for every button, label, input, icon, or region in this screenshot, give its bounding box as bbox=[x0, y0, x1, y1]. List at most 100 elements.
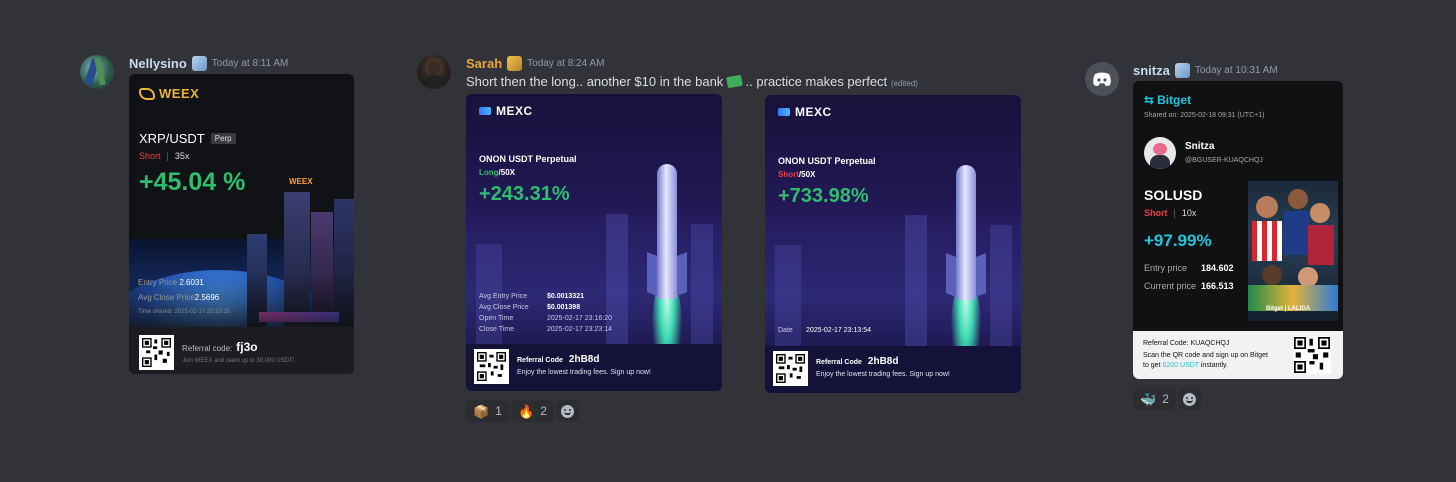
rocket-body bbox=[956, 165, 976, 300]
entry-row: Entry price 184.602 bbox=[1144, 263, 1234, 273]
discord-logo-icon bbox=[1093, 72, 1111, 86]
rocket-fin-right bbox=[976, 253, 986, 297]
date-row: Date 2025-02-17 23:13:54 bbox=[778, 327, 871, 334]
package-badge-icon[interactable] bbox=[507, 56, 523, 71]
direction: Short bbox=[778, 170, 799, 179]
entry-value: 2.6031 bbox=[179, 278, 204, 287]
pnl: +243.31% bbox=[479, 183, 570, 205]
referral-footer: Referral Code 2hB8d Enjoy the lowest tra… bbox=[466, 344, 722, 391]
direction: Short bbox=[139, 151, 161, 161]
snowflake-badge-icon[interactable] bbox=[191, 56, 207, 71]
qr-code bbox=[773, 351, 808, 386]
mexc-brand: MEXC bbox=[496, 104, 533, 118]
direction: Long bbox=[479, 168, 499, 177]
contract-title: ONON USDT Perpetual bbox=[479, 154, 577, 164]
leverage: 10x bbox=[1181, 208, 1197, 218]
message-text-part1: Short then the long.. another $10 in the… bbox=[466, 74, 724, 89]
entry-row: Entry Price 2.6031 bbox=[138, 278, 204, 287]
referral-label: Referral code: bbox=[182, 344, 233, 353]
mexc-logo-icon bbox=[479, 107, 491, 115]
referral-footer: Referral Code 2hB8d Enjoy the lowest tra… bbox=[765, 346, 1021, 393]
timestamp[interactable]: Today at 8:24 AM bbox=[527, 58, 604, 69]
partner-label: Bitget | LALIGA bbox=[1266, 306, 1311, 312]
message-header: Sarah Today at 8:24 AM bbox=[466, 56, 604, 71]
username[interactable]: Sarah bbox=[466, 56, 502, 71]
weex-sign: WEEX bbox=[289, 177, 313, 186]
mexc-logo-icon bbox=[778, 108, 790, 116]
avatar-snitza[interactable] bbox=[1085, 62, 1119, 96]
qr-pattern bbox=[776, 354, 805, 383]
building-2 bbox=[691, 224, 713, 354]
username[interactable]: Nellysino bbox=[129, 56, 187, 71]
mexc-logo: MEXC bbox=[778, 105, 832, 119]
direction: Short bbox=[1144, 208, 1168, 218]
pair: XRP/USDT bbox=[139, 131, 205, 146]
reaction-count: 1 bbox=[495, 404, 502, 418]
current-label: Current price bbox=[1144, 281, 1197, 291]
rocket-fin-right bbox=[677, 252, 687, 296]
mexc-brand: MEXC bbox=[795, 105, 832, 119]
rocket-fin-left bbox=[946, 253, 956, 297]
contract-title: ONON USDT Perpetual bbox=[778, 156, 876, 166]
entry-label: Entry Price bbox=[138, 278, 178, 287]
referral-row: Referral Code 2hB8d bbox=[517, 354, 599, 365]
direction-row: Short | 10x bbox=[1144, 208, 1196, 218]
username[interactable]: snitza bbox=[1133, 63, 1170, 78]
time-shared: Time shared: 2025-02-17 22:10:35 bbox=[138, 309, 231, 315]
scan-text-2: to get 6200 USDT instantly. bbox=[1143, 362, 1228, 369]
leverage: /50X bbox=[498, 168, 516, 177]
referral-code: Referral Code: KUAQCHQJ bbox=[1143, 340, 1230, 347]
mexc-share-card-short[interactable]: MEXC ONON USDT Perpetual Short/50X +733.… bbox=[765, 95, 1021, 393]
claim-text: Join WEEX and claim up to 30,000 USDT! bbox=[182, 358, 295, 364]
leverage: 35x bbox=[174, 151, 190, 161]
stat-value: 2025-02-17 23:16:20 bbox=[547, 315, 612, 322]
scan-text-1: Scan the QR code and sign up on Bitget bbox=[1143, 352, 1268, 359]
qr-pattern bbox=[142, 338, 171, 367]
bitget-share-card[interactable]: ⇆ Bitget Shared on: 2025-02-18 09:31 (UT… bbox=[1133, 81, 1343, 379]
stat-value: $0.0013321 bbox=[547, 293, 584, 300]
rocket-fin-left bbox=[647, 252, 657, 296]
pair-row: XRP/USDT Perp bbox=[139, 131, 236, 146]
direction-row: Long/50X bbox=[479, 168, 515, 177]
shared-on: Shared on: 2025-02-18 09:31 (UTC+1) bbox=[1144, 112, 1265, 119]
qr-code bbox=[1293, 336, 1331, 374]
rocket-body bbox=[657, 164, 677, 299]
whale-emoji: 🐳 bbox=[1140, 391, 1157, 407]
add-reaction-button[interactable] bbox=[556, 400, 579, 422]
reaction-count: 2 bbox=[1162, 392, 1169, 406]
weex-share-card[interactable]: WEEX WEEX XRP/USDT Perp Short | 35x +45.… bbox=[129, 74, 354, 374]
weex-brand: WEEX bbox=[159, 86, 200, 101]
referral-code: 2hB8d bbox=[867, 356, 899, 367]
scan-amount: 6200 USDT bbox=[1162, 362, 1199, 369]
stat-row: Open Time 2025-02-17 23:16:20 bbox=[479, 313, 612, 324]
referral-label: Referral Code bbox=[517, 357, 563, 364]
mexc-share-card-long[interactable]: MEXC ONON USDT Perpetual Long/50X +243.3… bbox=[466, 94, 722, 391]
reaction-whale[interactable]: 🐳 2 bbox=[1133, 388, 1176, 410]
qr-code bbox=[139, 335, 174, 370]
money-wings-emoji bbox=[726, 74, 743, 89]
timestamp[interactable]: Today at 8:11 AM bbox=[212, 58, 289, 69]
weex-logo-icon bbox=[139, 87, 155, 100]
close-label: Avg Close Price bbox=[138, 293, 195, 302]
pnl: +45.04 % bbox=[139, 168, 246, 196]
entry-value: 184.602 bbox=[1201, 263, 1234, 273]
reaction-fire[interactable]: 🔥 2 bbox=[511, 400, 554, 422]
avatar-sarah[interactable] bbox=[417, 55, 451, 89]
qr-code bbox=[474, 349, 509, 384]
stats-table: Avg Entry Price $0.0013321 Avg Close Pric… bbox=[479, 291, 612, 335]
qr-pattern bbox=[1294, 337, 1330, 373]
snowflake-badge-icon[interactable] bbox=[1174, 63, 1190, 78]
smiley-plus-icon bbox=[1183, 392, 1196, 406]
timestamp[interactable]: Today at 10:31 AM bbox=[1195, 65, 1278, 76]
stat-value: $0.001398 bbox=[547, 304, 581, 311]
fire-emoji: 🔥 bbox=[518, 403, 535, 419]
smiley-plus-icon bbox=[561, 404, 574, 418]
reaction-package[interactable]: 📦 1 bbox=[466, 400, 509, 422]
scan-prefix: to get bbox=[1143, 362, 1161, 369]
avatar-nellysino[interactable] bbox=[80, 55, 114, 89]
date-label: Date bbox=[778, 327, 793, 334]
date-value: 2025-02-17 23:13:54 bbox=[806, 327, 871, 334]
add-reaction-button[interactable] bbox=[1178, 388, 1201, 410]
pnl: +97.99% bbox=[1144, 231, 1212, 250]
stat-label: Avg Entry Price bbox=[479, 293, 528, 300]
